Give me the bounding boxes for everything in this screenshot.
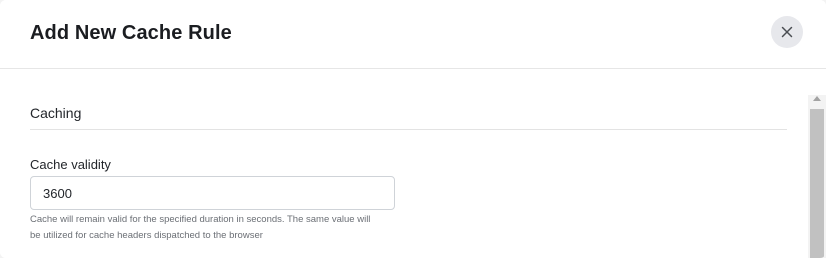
help-text-line-1: Cache will remain valid for the specifie… (30, 214, 371, 225)
cache-validity-help-text: Cache will remain valid for the specifie… (30, 212, 400, 244)
dialog-body: Caching Cache validity Cache will remain… (0, 70, 808, 258)
scrollbar-thumb[interactable] (810, 109, 824, 258)
section-title-caching: Caching (30, 105, 82, 121)
section-divider (30, 129, 787, 130)
close-icon (781, 26, 793, 38)
dialog-header: Add New Cache Rule (0, 0, 826, 69)
help-text-line-2: be utilized for cache headers dispatched… (30, 230, 263, 241)
add-cache-rule-dialog: Add New Cache Rule Caching Cache validit… (0, 0, 826, 258)
close-button[interactable] (771, 16, 803, 48)
dialog-title: Add New Cache Rule (30, 22, 232, 44)
vertical-scrollbar[interactable] (808, 95, 826, 258)
scroll-up-arrow-icon[interactable] (813, 96, 821, 101)
cache-validity-label: Cache validity (30, 157, 111, 172)
cache-validity-input[interactable] (30, 176, 395, 210)
